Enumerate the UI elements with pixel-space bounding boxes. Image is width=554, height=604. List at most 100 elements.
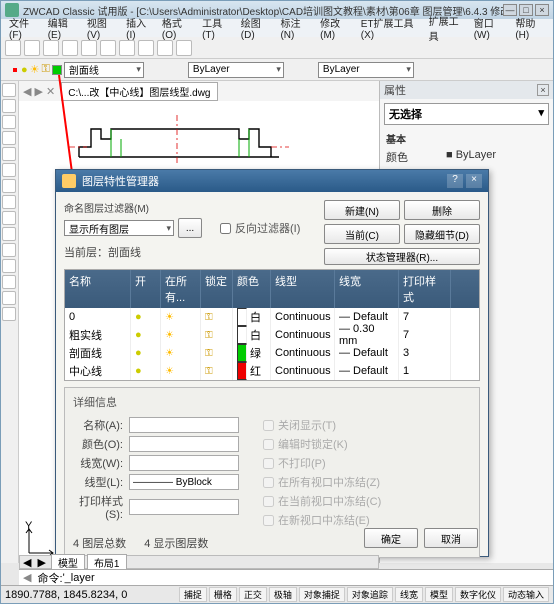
- properties-close-icon[interactable]: ×: [537, 84, 549, 96]
- detail-ltype-input[interactable]: ———— ByBlock: [129, 474, 239, 490]
- rect-icon[interactable]: [2, 163, 16, 177]
- detail-name-input[interactable]: [129, 417, 239, 433]
- menu-item[interactable]: 标注(N): [276, 14, 314, 42]
- menu-item[interactable]: 视图(V): [83, 14, 120, 42]
- line-icon[interactable]: [2, 83, 16, 97]
- state-manager-button[interactable]: 状态管理器(R)...: [324, 248, 480, 265]
- layer-row[interactable]: 粗实线●☀⚿白Continuous— 0.30 mm7: [65, 326, 479, 344]
- open-icon[interactable]: [24, 40, 40, 56]
- filter-dropdown[interactable]: 显示所有图层: [64, 220, 174, 236]
- layer-toolbar: ●☀⚿ 剖面线 ByLayer ByLayer: [1, 59, 553, 81]
- detail-option: 不打印(P): [263, 455, 381, 471]
- menu-item[interactable]: 帮助(H): [511, 14, 549, 42]
- category-basic: 基本: [384, 129, 549, 148]
- layer-dropdown[interactable]: 剖面线: [64, 62, 144, 78]
- detail-option: 在所有视口中冻结(Z): [263, 474, 381, 490]
- status-toggle[interactable]: 捕捉: [179, 587, 207, 602]
- command-line[interactable]: ◀ 命令: '_layer: [19, 569, 553, 585]
- hatch-icon[interactable]: [2, 211, 16, 225]
- status-toggle[interactable]: 数字化仪: [455, 587, 501, 602]
- coordinates: 1890.7788, 1845.8234, 0: [5, 589, 127, 601]
- layout1-tab[interactable]: 布局1: [87, 554, 127, 571]
- status-toggle[interactable]: 对象追踪: [347, 587, 393, 602]
- menu-item[interactable]: 绘图(D): [237, 14, 275, 42]
- layout-tabs: ◀▶ 模型 布局1: [19, 555, 379, 569]
- layer-color-swatch: [52, 65, 62, 75]
- model-tab[interactable]: 模型: [51, 554, 85, 571]
- dialog-title: 图层特性管理器: [82, 173, 159, 189]
- cut-icon[interactable]: [100, 40, 116, 56]
- status-toggle[interactable]: 正交: [239, 587, 267, 602]
- dialog-help-button[interactable]: ?: [447, 174, 463, 188]
- block-icon[interactable]: [2, 243, 16, 257]
- menu-item[interactable]: 窗口(W): [470, 14, 510, 42]
- circle-icon[interactable]: [2, 147, 16, 161]
- detail-option: 在当前视口中冻结(C): [263, 493, 381, 509]
- layer-row[interactable]: 0●☀⚿白Continuous— Default7: [65, 308, 479, 326]
- color-dropdown[interactable]: ByLayer: [188, 62, 284, 78]
- properties-title: 属性: [384, 82, 406, 98]
- text-icon[interactable]: [2, 227, 16, 241]
- cancel-button[interactable]: 取消: [424, 528, 478, 548]
- ellipse-icon[interactable]: [2, 179, 16, 193]
- undo-icon[interactable]: [157, 40, 173, 56]
- detail-option: 编辑时锁定(K): [263, 436, 381, 452]
- point-icon[interactable]: [2, 259, 16, 273]
- document-tab[interactable]: C:\...改【中心线】图层线型.dwg: [61, 82, 217, 101]
- invert-filter-checkbox[interactable]: 反向过滤器(I): [220, 220, 300, 236]
- layer-row[interactable]: 中心线●☀⚿红Continuous— Default1: [65, 362, 479, 380]
- hide-details-button[interactable]: 隐藏细节(D): [404, 224, 480, 244]
- arc-icon[interactable]: [2, 131, 16, 145]
- detail-option: 在新视口中冻结(E): [263, 512, 381, 528]
- detail-color-input[interactable]: [129, 436, 239, 452]
- region-icon[interactable]: [2, 291, 16, 305]
- menu-item[interactable]: 格式(O): [158, 14, 196, 42]
- property-row[interactable]: 颜色■ ByLayer: [384, 148, 549, 166]
- copy-icon[interactable]: [119, 40, 135, 56]
- table-icon[interactable]: [2, 275, 16, 289]
- dialog-icon: [62, 174, 76, 188]
- menu-item[interactable]: 文件(F): [5, 14, 42, 42]
- filter-browse-button[interactable]: ...: [178, 218, 202, 238]
- status-toggle[interactable]: 极轴: [269, 587, 297, 602]
- preview-icon[interactable]: [81, 40, 97, 56]
- delete-layer-button[interactable]: 删除: [404, 200, 480, 220]
- status-toggle[interactable]: 对象捕捉: [299, 587, 345, 602]
- status-toggle[interactable]: 动态输入: [503, 587, 549, 602]
- status-toggle[interactable]: 模型: [425, 587, 453, 602]
- status-bar: 1890.7788, 1845.8234, 0 捕捉栅格正交极轴对象捕捉对象追踪…: [1, 585, 553, 603]
- menu-bar: 文件(F)编辑(E)视图(V)插入(I)格式(O)工具(T)绘图(D)标注(N)…: [1, 19, 553, 37]
- ray-icon[interactable]: [2, 115, 16, 129]
- detail-pstyle-input[interactable]: [129, 499, 239, 515]
- ok-button[interactable]: 确定: [364, 528, 418, 548]
- new-layer-button[interactable]: 新建(N): [324, 200, 400, 220]
- menu-item[interactable]: ET扩展工具(X): [357, 14, 423, 42]
- print-icon[interactable]: [62, 40, 78, 56]
- dialog-close-button[interactable]: ×: [466, 174, 482, 188]
- current-layer-button[interactable]: 当前(C): [324, 224, 400, 244]
- menu-item[interactable]: 工具(T): [198, 14, 235, 42]
- menu-item[interactable]: 插入(I): [122, 14, 156, 42]
- spline-icon[interactable]: [2, 195, 16, 209]
- redo-icon[interactable]: [176, 40, 192, 56]
- pline-icon[interactable]: [2, 99, 16, 113]
- drawing-content: [59, 107, 299, 177]
- paste-icon[interactable]: [138, 40, 154, 56]
- menu-item[interactable]: 修改(M): [316, 14, 355, 42]
- filter-label: 命名图层过滤器(M): [64, 200, 314, 215]
- save-icon[interactable]: [43, 40, 59, 56]
- svg-text:Y: Y: [25, 520, 33, 532]
- draw-toolbar: [1, 81, 19, 563]
- new-icon[interactable]: [5, 40, 21, 56]
- grid-icon[interactable]: [2, 307, 16, 321]
- layer-manager-button[interactable]: [13, 68, 17, 72]
- status-toggle[interactable]: 栅格: [209, 587, 237, 602]
- layer-grid[interactable]: 名称 开 在所有... 锁定 颜色 线型 线宽 打印样式 0●☀⚿白Contin…: [64, 269, 480, 381]
- layer-row[interactable]: 剖面线●☀⚿绿Continuous— Default3: [65, 344, 479, 362]
- status-toggle[interactable]: 线宽: [395, 587, 423, 602]
- selection-dropdown[interactable]: 无选择: [384, 103, 549, 125]
- detail-lweight-input[interactable]: [129, 455, 239, 471]
- menu-item[interactable]: 编辑(E): [44, 14, 81, 42]
- linetype-dropdown[interactable]: ByLayer: [318, 62, 414, 78]
- menu-item[interactable]: 扩展工具: [425, 12, 468, 44]
